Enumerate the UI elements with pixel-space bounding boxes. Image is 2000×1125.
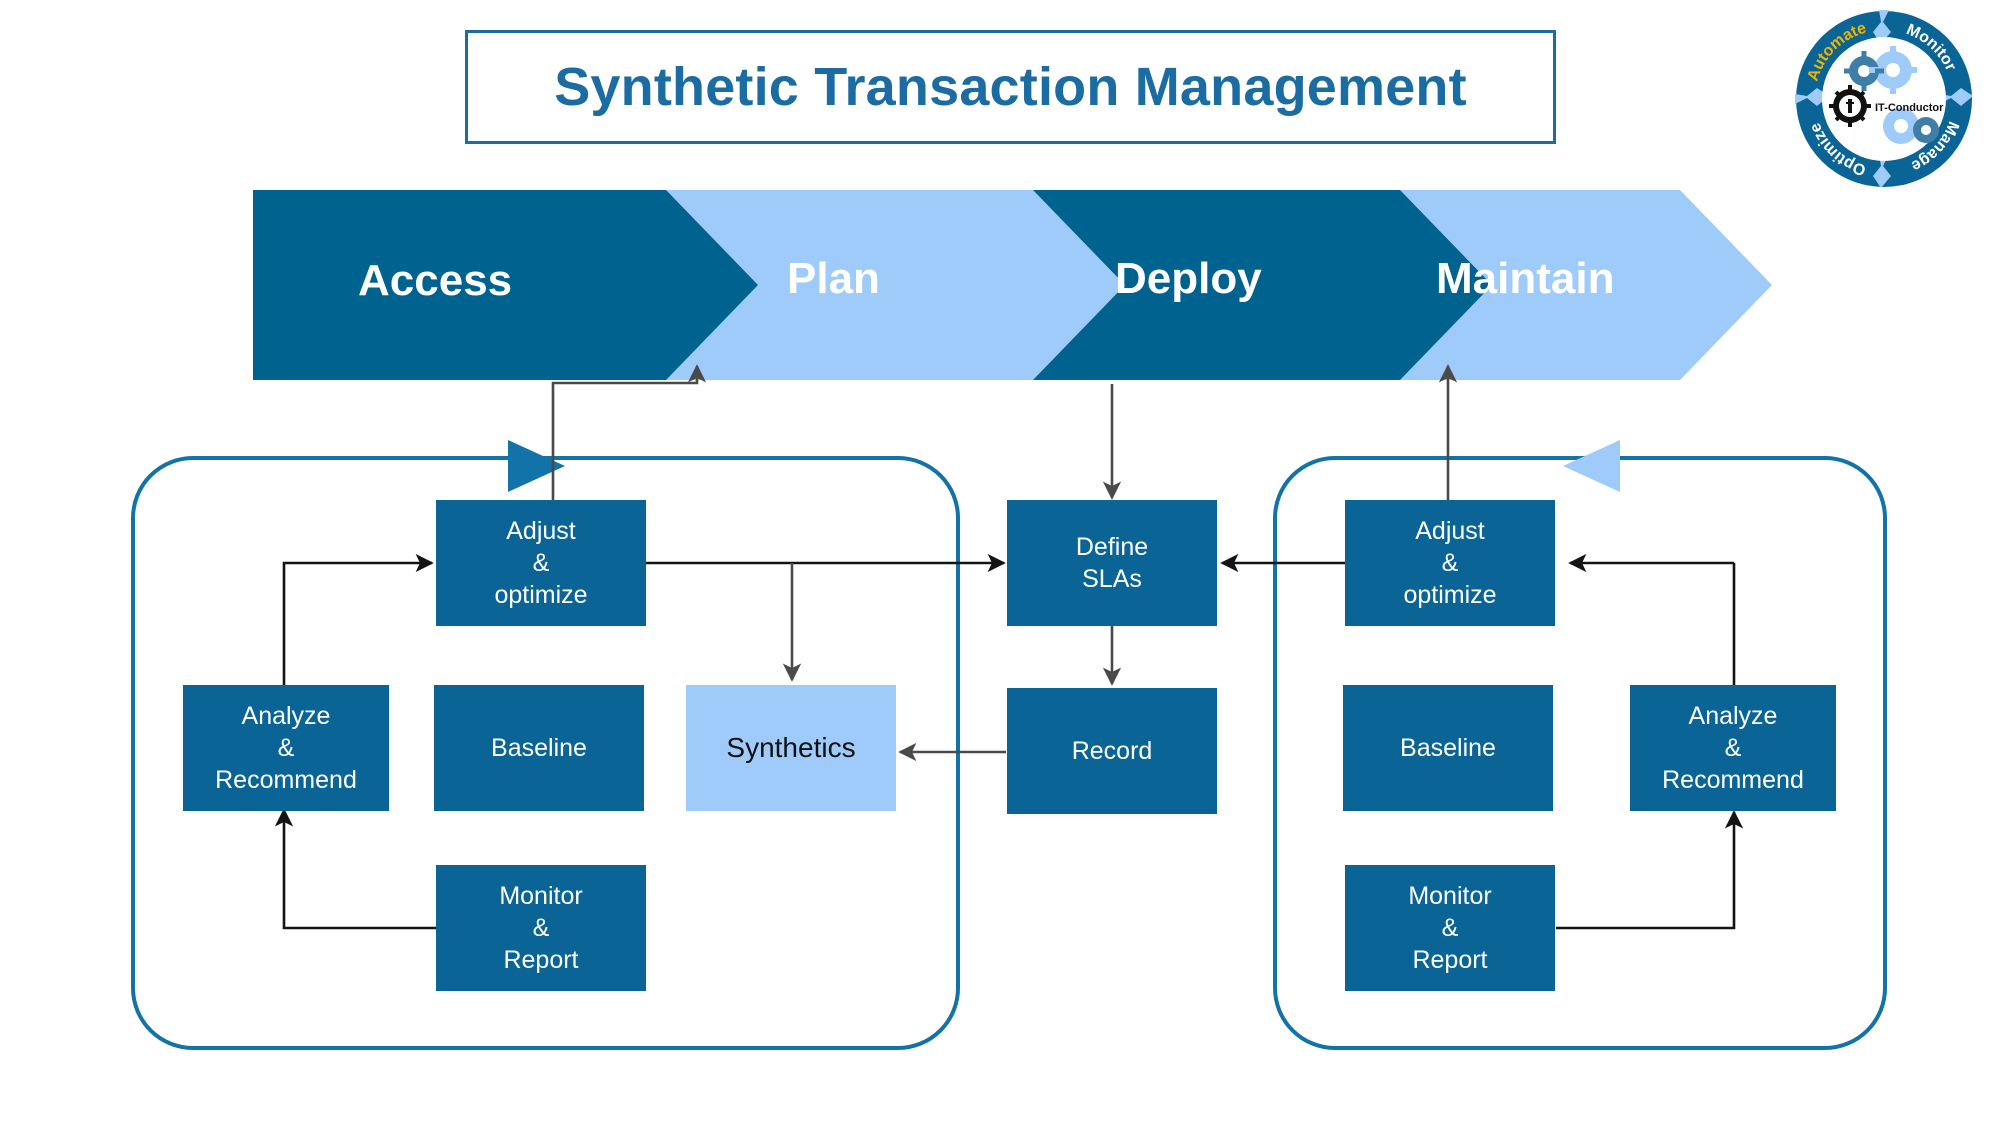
node-analyze-recommend-left[interactable]: Analyze & Recommend [183, 685, 389, 811]
node-line-3: Recommend [1662, 766, 1804, 794]
node-line-3: optimize [494, 581, 588, 609]
node-monitor-report-left[interactable]: Monitor & Report [436, 865, 646, 991]
diagram-vectors [131, 190, 1887, 1050]
node-line-2: & [532, 549, 550, 577]
node-line-2: & [1441, 914, 1459, 942]
node-line-3: Report [1412, 946, 1488, 974]
stage-label-plan: Plan [787, 254, 880, 303]
node-line-1: Define [1075, 533, 1149, 561]
node-line-2: & [277, 734, 295, 762]
diagram-canvas: Synthetic Transaction Management Automat… [0, 0, 2000, 1125]
stage-label-access: Access [358, 256, 513, 305]
node-line-3: optimize [1403, 581, 1497, 609]
node-adjust-optimize-left[interactable]: Adjust & optimize [436, 500, 646, 626]
node-adjust-optimize-right[interactable]: Adjust & optimize [1345, 500, 1555, 626]
node-monitor-report-right[interactable]: Monitor & Report [1345, 865, 1555, 991]
node-line-2: & [532, 914, 550, 942]
connector-analyze-to-adjust [282, 553, 434, 697]
node-line-2: & [1441, 549, 1459, 577]
connector-monitor-right-to-analyze-right [1556, 810, 1744, 930]
node-analyze-recommend-right[interactable]: Analyze & Recommend [1630, 685, 1836, 811]
node-line-1: Monitor [1408, 882, 1492, 910]
node-line-2: & [1724, 734, 1742, 762]
node-define-slas[interactable]: Define SLAs [1007, 500, 1217, 626]
node-label: Baseline [491, 734, 587, 762]
node-label: Record [1071, 737, 1153, 765]
connector-monitor-to-analyze [274, 808, 437, 930]
node-record[interactable]: Record [1007, 688, 1217, 814]
node-baseline-left[interactable]: Baseline [434, 685, 644, 811]
node-synthetics[interactable]: Synthetics [686, 685, 896, 811]
node-line-2: SLAs [1082, 565, 1142, 593]
node-line-3: Recommend [215, 766, 357, 794]
stage-label-maintain: Maintain [1436, 254, 1615, 303]
stage-label-deploy: Deploy [1115, 254, 1262, 303]
node-line-1: Adjust [506, 517, 576, 545]
right-container-flow-marker-icon [1563, 440, 1620, 492]
node-line-1: Analyze [1688, 702, 1778, 730]
node-line-1: Monitor [499, 882, 583, 910]
node-line-1: Analyze [241, 702, 331, 730]
node-line-3: Report [503, 946, 579, 974]
left-container-flow-marker-icon [508, 440, 565, 492]
node-baseline-right[interactable]: Baseline [1343, 685, 1553, 811]
node-label: Baseline [1400, 734, 1496, 762]
connector-adjust-to-plan-stage [551, 364, 707, 500]
node-line-1: Adjust [1415, 517, 1485, 545]
node-label: Synthetics [726, 732, 856, 764]
